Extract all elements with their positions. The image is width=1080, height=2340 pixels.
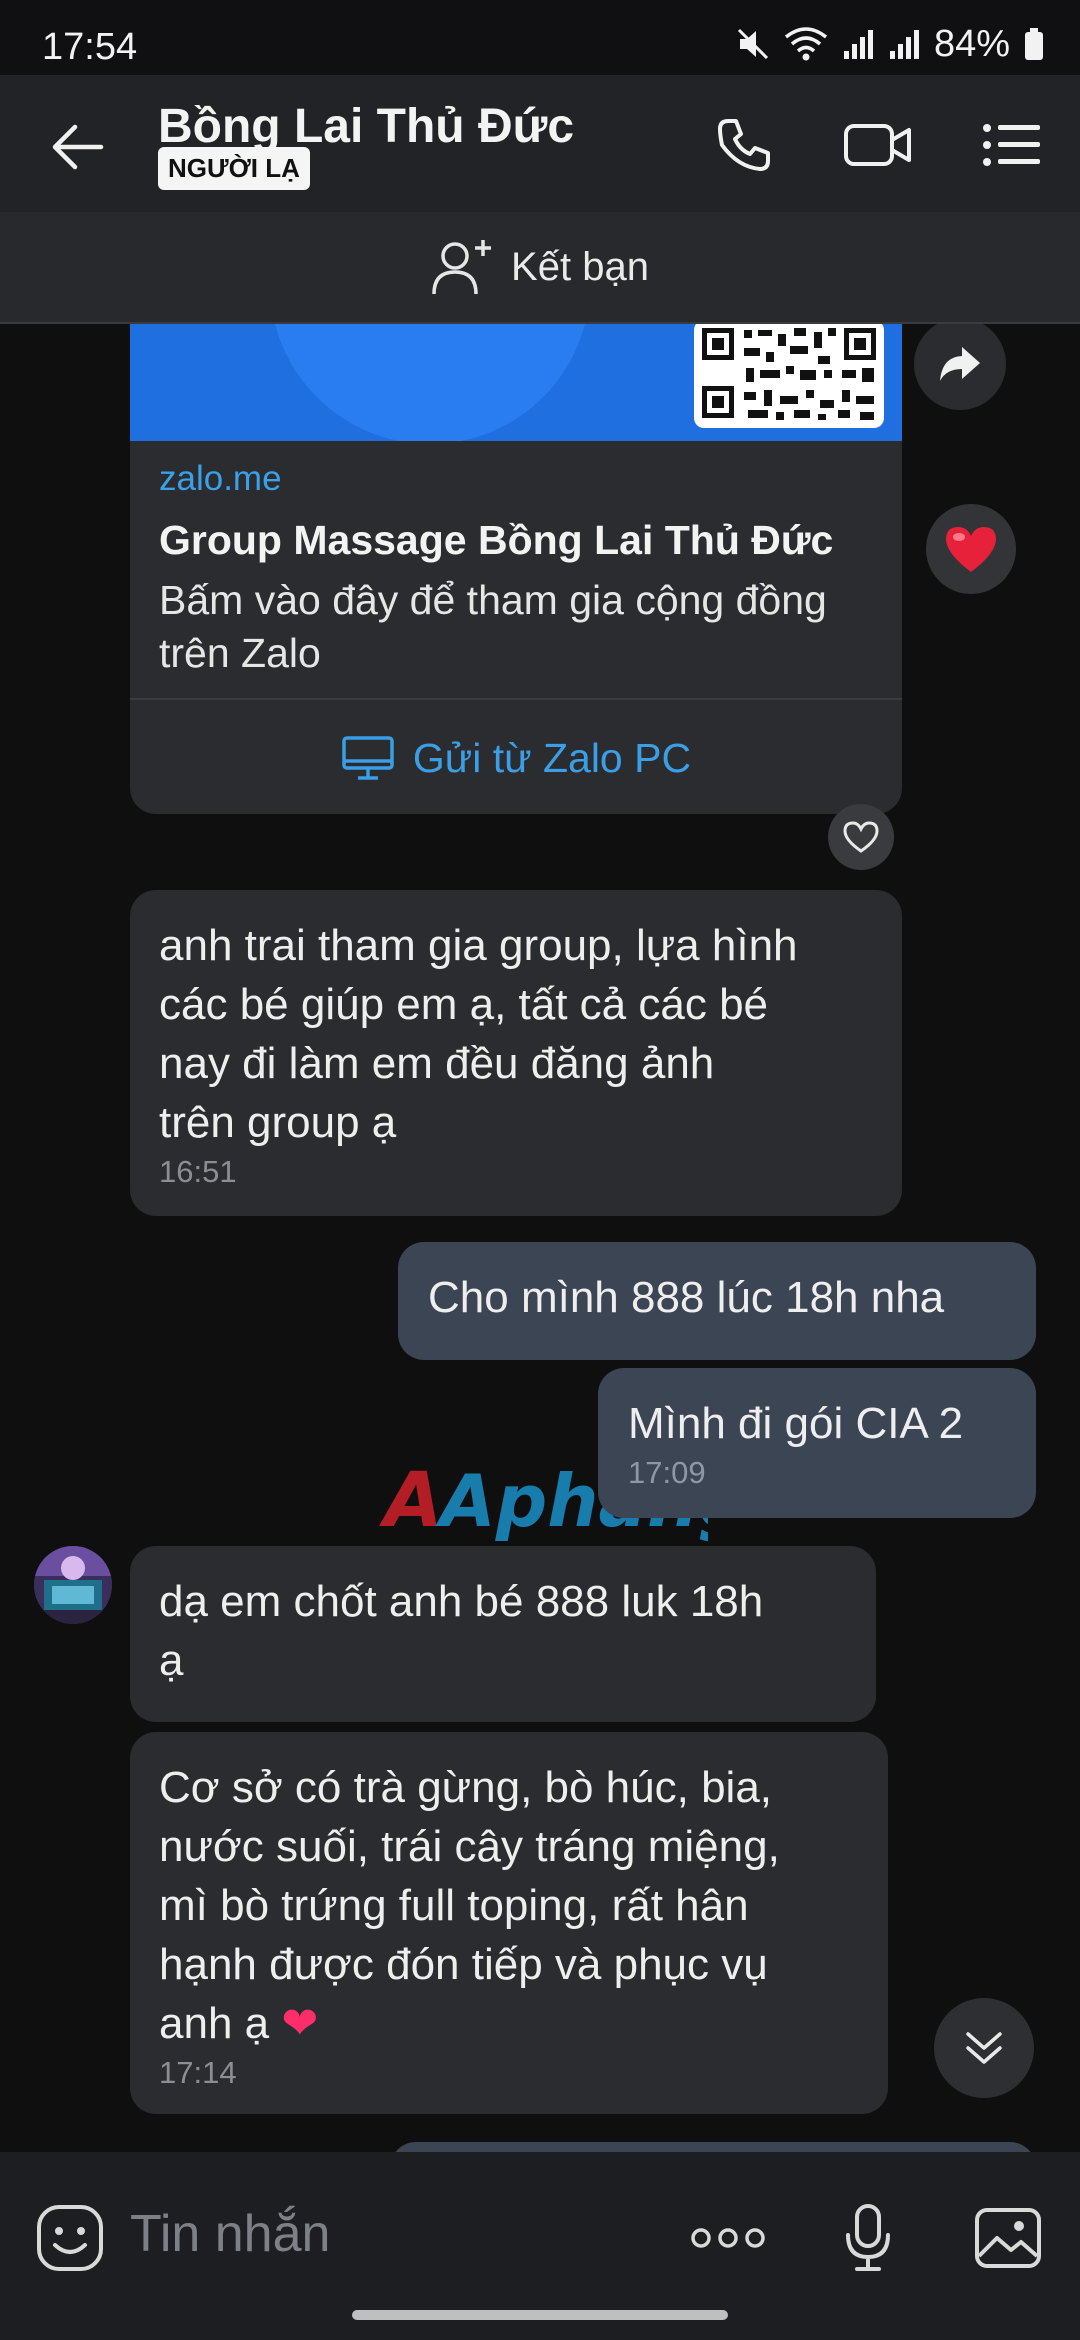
signal-icon: [843, 30, 873, 59]
battery-icon: [1025, 28, 1043, 60]
message-text: Mình đi gói CIA 2: [628, 1399, 964, 1448]
more-button[interactable]: [688, 2198, 768, 2278]
card-description: Bấm vào đây để tham gia cộng đồng trên Z…: [159, 577, 827, 676]
contact-name[interactable]: Bồng Lai Thủ Đức: [158, 99, 574, 154]
message-outgoing[interactable]: Cho mình 888 lúc 18h nha: [398, 1242, 1036, 1360]
card-source-label: Gửi từ Zalo PC: [412, 734, 692, 781]
reaction-heart[interactable]: [926, 504, 1016, 594]
message-text: Cơ sở có trà gừng, bò húc, bia, nước suố…: [159, 1763, 780, 2048]
qr-code: [694, 324, 884, 428]
message-time: 16:51: [159, 1154, 237, 1189]
voice-button[interactable]: [828, 2198, 908, 2278]
arrow-left-icon: [52, 124, 104, 170]
card-divider: [130, 698, 902, 700]
video-call-button[interactable]: [840, 107, 916, 183]
message-incoming[interactable]: dạ em chốt anh bé 888 luk 18h ạ: [130, 1546, 876, 1722]
avatar[interactable]: [34, 1546, 112, 1624]
chevron-double-down-icon: [966, 2032, 1002, 2064]
sticker-button[interactable]: [30, 2198, 110, 2278]
more-dots-icon: [691, 2228, 765, 2248]
red-heart-icon: [946, 527, 996, 572]
share-arrow-icon: [940, 347, 980, 381]
home-indicator[interactable]: [352, 2310, 728, 2320]
card-banner-image: [130, 324, 902, 441]
mute-icon: [737, 28, 768, 60]
list-menu-icon: [983, 124, 1040, 166]
stranger-badge: NGƯỜI LẠ: [158, 147, 310, 190]
message-input[interactable]: Tin nhắn: [130, 2204, 330, 2264]
image-button[interactable]: [968, 2198, 1048, 2278]
image-icon: [975, 2208, 1041, 2268]
card-domain: zalo.me: [159, 459, 282, 498]
message-outgoing[interactable]: Mình đi gói CIA 2 17:09: [598, 1368, 1036, 1518]
phone-icon: [718, 119, 770, 171]
add-person-icon: [432, 240, 492, 295]
heart-outline-icon: [843, 821, 879, 853]
message-time: 17:09: [628, 1455, 706, 1490]
back-button[interactable]: [42, 112, 112, 182]
message-outgoing-partial[interactable]: [390, 2142, 1036, 2152]
scroll-to-bottom-button[interactable]: [934, 1998, 1034, 2098]
menu-button[interactable]: [974, 107, 1050, 183]
message-incoming[interactable]: Cơ sở có trà gừng, bò húc, bia, nước suố…: [130, 1732, 888, 2114]
message-time: 17:14: [159, 2055, 237, 2090]
share-button[interactable]: [914, 324, 1006, 410]
status-time: 17:54: [42, 26, 138, 68]
heart-emoji: ❤: [281, 1999, 319, 2048]
chat-header: Bồng Lai Thủ Đức NGƯỜI LẠ: [0, 75, 1080, 212]
message-text: anh trai tham gia group, lựa hình các bé…: [159, 921, 798, 1147]
battery-percent: 84%: [933, 22, 1010, 65]
emoji-icon: [37, 2205, 103, 2271]
add-friend-label: Kết bạn: [511, 244, 649, 289]
message-incoming[interactable]: anh trai tham gia group, lựa hình các bé…: [130, 890, 902, 1216]
wifi-icon: [784, 27, 828, 61]
status-bar: 17:54 84%: [0, 0, 1080, 75]
signal-icon-2: [889, 30, 919, 59]
like-button[interactable]: [828, 804, 894, 870]
card-source: Gửi từ Zalo PC: [130, 702, 902, 814]
video-camera-icon: [844, 124, 911, 166]
svg-text:A: A: [379, 1456, 443, 1544]
status-icons: 84%: [736, 22, 1044, 65]
add-friend-button[interactable]: Kết bạn: [0, 212, 1080, 324]
message-text: dạ em chốt anh bé 888 luk 18h ạ: [159, 1577, 764, 1685]
group-link-card[interactable]: zalo.me Group Massage Bồng Lai Thủ Đức B…: [130, 324, 902, 814]
card-title: Group Massage Bồng Lai Thủ Đức: [159, 517, 834, 563]
call-button[interactable]: [706, 107, 782, 183]
chat-messages[interactable]: zalo.me Group Massage Bồng Lai Thủ Đức B…: [0, 324, 1080, 2152]
microphone-icon: [846, 2204, 890, 2271]
monitor-icon: [342, 736, 394, 780]
message-text: Cho mình 888 lúc 18h nha: [428, 1273, 945, 1322]
